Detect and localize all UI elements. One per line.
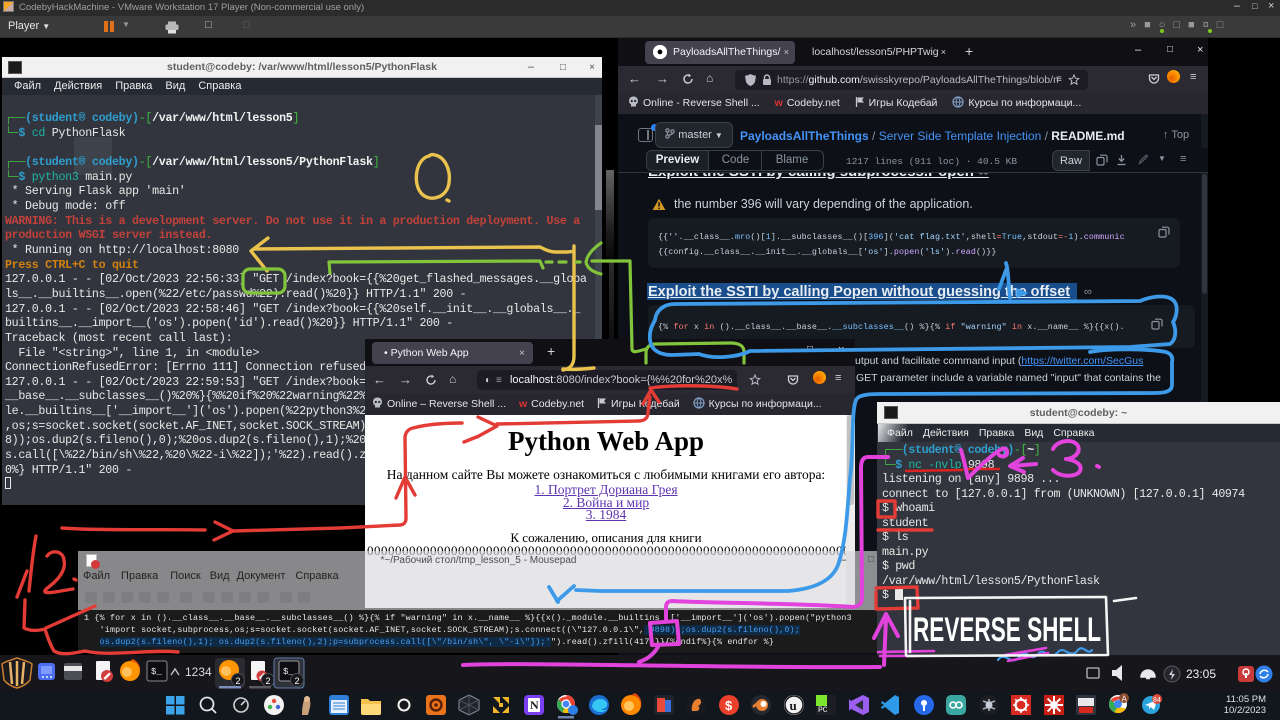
svg-text:A: A [1122,695,1128,704]
svg-text:2: 2 [295,676,300,686]
svg-text:$_: $_ [151,667,162,677]
svg-text:$: $ [725,698,733,713]
svg-text:1234: 1234 [185,665,212,679]
svg-text:N: N [530,698,539,712]
svg-text:u: u [790,698,797,713]
svg-text:84: 84 [1153,697,1161,704]
svg-text:2: 2 [236,676,241,686]
svg-text:2: 2 [266,676,271,686]
svg-text:23:05: 23:05 [1186,667,1216,681]
svg-text:PC: PC [818,706,828,715]
